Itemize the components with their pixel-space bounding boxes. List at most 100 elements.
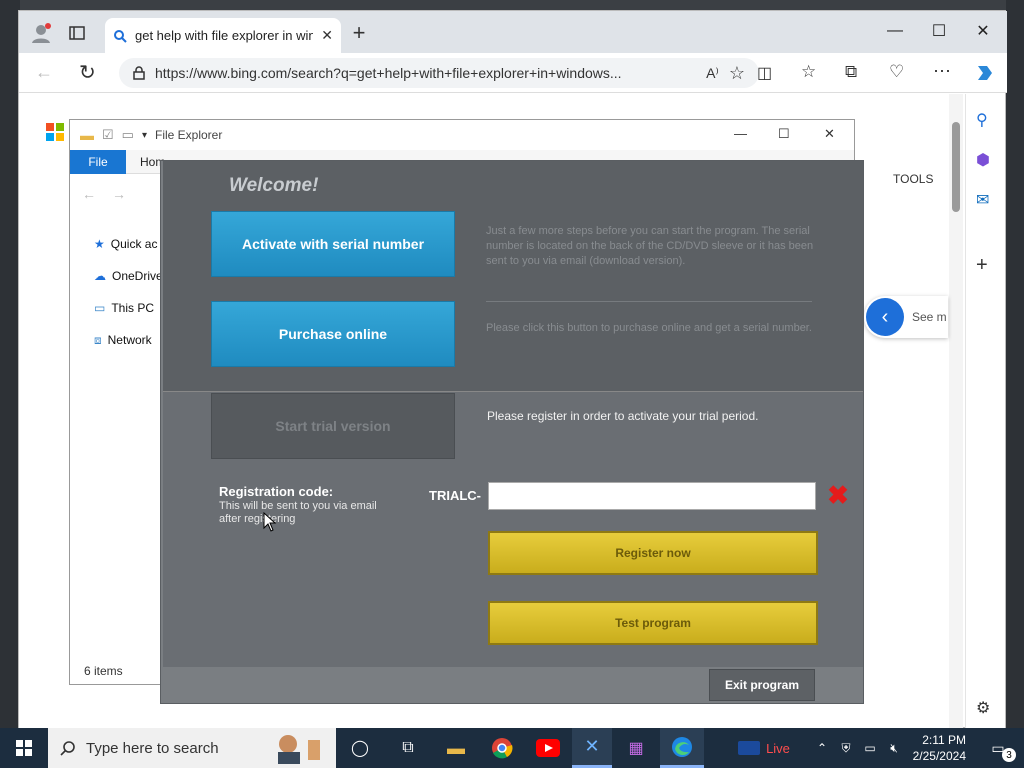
page-scrollbar[interactable] bbox=[949, 94, 963, 728]
search-highlight-icon[interactable] bbox=[268, 732, 328, 764]
new-folder-icon[interactable]: ▭ bbox=[122, 127, 134, 143]
favorites-icon[interactable]: ☆ bbox=[801, 62, 816, 82]
welcome-heading: Welcome! bbox=[229, 175, 319, 196]
minimize-button[interactable]: — bbox=[873, 16, 917, 46]
browser-tab[interactable]: get help with file explorer in windows ✕ bbox=[105, 18, 341, 53]
lock-icon[interactable] bbox=[133, 66, 145, 80]
maximize-button[interactable]: ☐ bbox=[917, 16, 961, 46]
fe-forward-icon[interactable]: → bbox=[112, 186, 126, 202]
back-icon[interactable]: ← bbox=[35, 62, 53, 83]
registration-dialog: Welcome! Activate with serial number Jus… bbox=[160, 160, 864, 704]
nav-item-label: OneDrive bbox=[112, 269, 163, 283]
nav-item-label: Network bbox=[107, 333, 152, 347]
nav-item-network[interactable]: ⧈ Network bbox=[94, 329, 152, 351]
app-taskbar-icon[interactable]: ✕ bbox=[572, 728, 612, 768]
nav-item-label: Quick ac bbox=[110, 237, 158, 251]
security-tray-icon[interactable]: ⛨ bbox=[836, 728, 856, 768]
activate-description: Just a few more steps before you can sta… bbox=[486, 225, 814, 267]
new-tab-icon[interactable]: + bbox=[347, 20, 371, 45]
favorite-star-icon[interactable]: ☆ bbox=[729, 63, 745, 84]
item-count: 6 items bbox=[84, 664, 123, 678]
read-aloud-icon[interactable]: A⁾ bbox=[706, 65, 719, 82]
browser-essentials-icon[interactable]: ♡ bbox=[889, 62, 904, 82]
cloud-icon: ☁ bbox=[94, 269, 106, 283]
show-hidden-icons-icon[interactable]: ⌃ bbox=[812, 728, 832, 768]
taskbar-search[interactable]: Type here to search bbox=[48, 728, 336, 768]
cortana-icon[interactable]: ◯ bbox=[344, 728, 376, 768]
clear-code-icon[interactable]: ✖ bbox=[825, 480, 851, 510]
see-more-label: See m bbox=[912, 310, 947, 324]
chevron-left-icon: ‹ bbox=[866, 298, 904, 336]
nav-item-onedrive[interactable]: ☁ OneDrive bbox=[94, 265, 163, 287]
register-now-button[interactable]: Register now bbox=[488, 531, 818, 575]
edge-taskbar-icon[interactable] bbox=[660, 728, 704, 768]
network-tray-icon[interactable]: ▭ bbox=[860, 728, 880, 768]
purchase-online-button[interactable]: Purchase online bbox=[211, 301, 455, 367]
fe-maximize-button[interactable]: ☐ bbox=[778, 126, 790, 142]
more-options-icon[interactable]: ⋯ bbox=[933, 61, 951, 82]
exit-program-button[interactable]: Exit program bbox=[709, 669, 815, 701]
tools-link[interactable]: TOOLS bbox=[893, 172, 933, 186]
activate-serial-button[interactable]: Activate with serial number bbox=[211, 211, 455, 277]
sidebar-copilot-icon[interactable]: ⬢ bbox=[976, 150, 990, 170]
split-screen-icon[interactable]: ◫ bbox=[757, 63, 772, 83]
file-explorer-taskbar-icon[interactable]: ▬ bbox=[440, 728, 472, 768]
copilot-icon[interactable] bbox=[973, 61, 997, 85]
url-text: https://www.bing.com/search?q=get+help+w… bbox=[155, 65, 622, 81]
search-icon bbox=[60, 740, 76, 756]
close-tab-icon[interactable]: ✕ bbox=[321, 27, 333, 44]
start-trial-button[interactable]: Start trial version bbox=[211, 393, 455, 459]
outlook-icon[interactable]: ✉ bbox=[976, 190, 989, 210]
settings-gear-icon[interactable]: ⚙ bbox=[976, 698, 990, 718]
properties-icon[interactable]: ☑ bbox=[102, 127, 114, 143]
nav-item-quick-access[interactable]: ★ Quick ac bbox=[94, 233, 157, 255]
task-view-icon[interactable]: ⧉ bbox=[392, 728, 424, 768]
trial-description: Please register in order to activate you… bbox=[487, 409, 759, 423]
notification-center-icon[interactable]: ▭ 3 bbox=[980, 728, 1016, 768]
network-icon: ⧈ bbox=[94, 332, 102, 347]
registration-code-input[interactable] bbox=[488, 482, 816, 510]
star-icon: ★ bbox=[94, 237, 105, 251]
search-icon bbox=[113, 29, 127, 43]
desktop-left-edge bbox=[0, 0, 20, 728]
taskbar: Type here to search ◯ ⧉ ▬ ✕ ▦ Live ⌃ ⛨ ▭… bbox=[0, 728, 1024, 768]
close-button[interactable]: ✕ bbox=[961, 16, 1005, 46]
fe-back-icon[interactable]: ← bbox=[82, 186, 96, 202]
url-field[interactable]: https://www.bing.com/search?q=get+help+w… bbox=[119, 58, 759, 88]
clock[interactable]: 2:11 PM 2/25/2024 bbox=[906, 728, 966, 768]
fe-minimize-button[interactable]: — bbox=[734, 126, 747, 141]
tab-bar: get help with file explorer in windows ✕… bbox=[19, 11, 1007, 53]
start-button[interactable] bbox=[6, 728, 42, 768]
collections-icon[interactable]: ⧉ bbox=[845, 62, 857, 82]
file-explorer-title: File Explorer bbox=[154, 128, 223, 142]
profile-icon[interactable] bbox=[29, 21, 53, 45]
refresh-icon[interactable]: ↻ bbox=[79, 60, 96, 85]
file-tab[interactable]: File bbox=[70, 150, 126, 174]
mouse-cursor-icon bbox=[263, 512, 277, 532]
youtube-icon[interactable] bbox=[532, 728, 564, 768]
mlb-live-widget[interactable]: Live bbox=[732, 728, 796, 768]
fe-close-button[interactable]: ✕ bbox=[824, 126, 835, 142]
sidebar-add-icon[interactable]: + bbox=[976, 254, 988, 277]
tab-actions-icon[interactable] bbox=[67, 23, 87, 43]
folder-icon: ▬ bbox=[80, 127, 94, 143]
tab-title: get help with file explorer in windows bbox=[135, 28, 314, 43]
see-more-button[interactable]: ‹ See m bbox=[864, 296, 948, 338]
search-placeholder: Type here to search bbox=[86, 739, 219, 757]
volume-muted-icon[interactable]: 🔇︎ bbox=[884, 728, 904, 768]
test-program-button[interactable]: Test program bbox=[488, 601, 818, 645]
sidebar-search-icon[interactable]: ⚲ bbox=[976, 110, 988, 130]
video-editor-icon[interactable]: ▦ bbox=[620, 728, 652, 768]
registration-code-hint: This will be sent to you via email after… bbox=[219, 500, 377, 525]
computer-icon: ▭ bbox=[94, 301, 106, 315]
live-label: Live bbox=[766, 740, 790, 756]
chrome-icon[interactable] bbox=[486, 728, 518, 768]
clock-date: 2/25/2024 bbox=[912, 749, 966, 763]
windows-logo-icon bbox=[16, 740, 32, 756]
quick-access-dropdown-icon[interactable]: ▾ bbox=[142, 130, 147, 141]
clock-time: 2:11 PM bbox=[922, 733, 966, 747]
scrollbar-thumb[interactable] bbox=[952, 122, 960, 212]
nav-item-this-pc[interactable]: ▭ This PC bbox=[94, 297, 154, 319]
microsoft-logo-icon bbox=[46, 123, 64, 141]
registration-code-label: Registration code: bbox=[219, 484, 334, 499]
